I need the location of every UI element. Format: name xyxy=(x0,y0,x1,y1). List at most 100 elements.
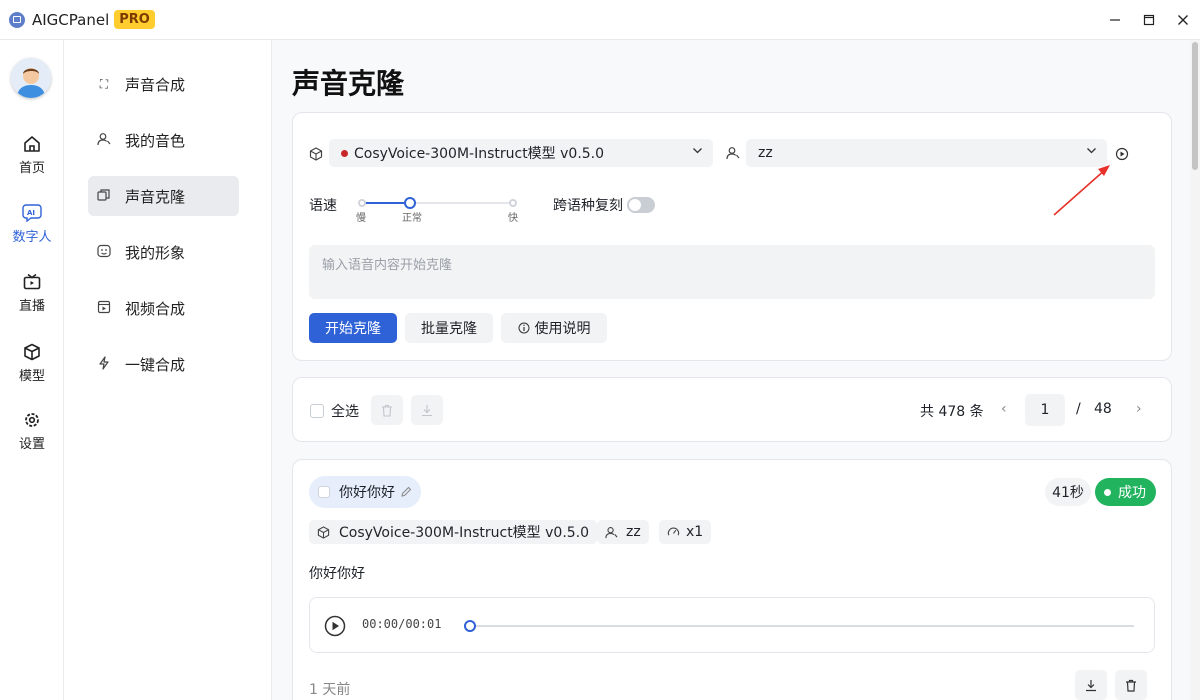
batch-clone-button[interactable]: 批量克隆 xyxy=(405,313,493,343)
app-logo-icon xyxy=(9,11,25,28)
speed-slider[interactable] xyxy=(358,197,517,209)
svg-text:AI: AI xyxy=(27,209,35,217)
next-page-button[interactable]: › xyxy=(1136,401,1142,417)
help-button[interactable]: 使用说明 xyxy=(501,313,607,343)
prev-page-button[interactable]: ‹ xyxy=(1001,401,1007,417)
current-page-input[interactable]: 1 xyxy=(1025,394,1065,426)
total-pages: 48 xyxy=(1094,401,1112,417)
voice-user-icon xyxy=(605,526,618,539)
speed-tick-slow xyxy=(358,199,366,207)
select-all-checkbox[interactable] xyxy=(310,404,324,418)
chevron-down-icon xyxy=(1086,145,1097,159)
close-window-button[interactable] xyxy=(1166,0,1200,40)
scan-icon: ⛶ xyxy=(99,76,109,91)
app-name: AIGCPanel xyxy=(32,10,110,29)
record-voice-name: zz xyxy=(626,524,641,540)
record-voice-tag: zz xyxy=(597,520,649,544)
page-scrollbar[interactable] xyxy=(1190,40,1200,700)
trash-icon xyxy=(382,404,392,417)
audio-play-button[interactable] xyxy=(324,615,346,641)
speedometer-icon xyxy=(667,526,680,539)
download-icon xyxy=(422,404,432,416)
subnav-item-label: 视频合成 xyxy=(125,299,186,318)
rail-item-label: 设置 xyxy=(18,437,45,452)
record-model-name: CosyVoice-300M-Instruct模型 v0.5.0 xyxy=(339,525,590,541)
pro-badge: PRO xyxy=(114,10,155,29)
record-model-tag: CosyVoice-300M-Instruct模型 v0.5.0 xyxy=(309,520,598,544)
tv-icon xyxy=(23,272,41,292)
model-select[interactable]: CosyVoice-300M-Instruct模型 v0.5.0 xyxy=(329,139,713,167)
subnav-item-one-click[interactable]: 一键合成 xyxy=(88,344,239,384)
rail-item-home[interactable]: 首页 xyxy=(0,134,64,176)
record-checkbox[interactable] xyxy=(318,486,330,498)
subnav-item-my-voices[interactable]: 我的音色 xyxy=(88,120,239,160)
bulk-delete-button[interactable] xyxy=(371,395,403,425)
voice-user-icon xyxy=(726,146,740,164)
cross-lang-toggle[interactable] xyxy=(627,197,655,213)
rail-item-live[interactable]: 直播 xyxy=(0,272,64,314)
subnav-item-label: 一键合成 xyxy=(125,355,186,374)
chevron-down-icon xyxy=(692,145,703,159)
clone-text-input[interactable] xyxy=(309,245,1155,299)
speed-tick-label-normal: 正常 xyxy=(402,213,422,224)
record-speed-value: x1 xyxy=(686,524,704,540)
avatar-icon xyxy=(11,58,51,98)
cross-lang-label: 跨语种复刻 xyxy=(553,198,623,214)
speed-tick-label-fast: 快 xyxy=(508,213,518,224)
minimize-button[interactable] xyxy=(1098,0,1132,40)
clone-form-card: CosyVoice-300M-Instruct模型 v0.5.0 zz 语速 慢… xyxy=(292,112,1172,361)
play-voice-sample-button[interactable] xyxy=(1115,147,1129,165)
record-download-button[interactable] xyxy=(1075,670,1107,700)
rail-item-model[interactable]: 模型 xyxy=(0,342,64,384)
maximize-button[interactable] xyxy=(1132,0,1166,40)
audio-progress-knob[interactable] xyxy=(464,620,476,632)
bulk-download-button[interactable] xyxy=(411,395,443,425)
subnav-item-video-synthesis[interactable]: 视频合成 xyxy=(88,288,239,328)
subnav-item-voice-synthesis[interactable]: ⛶ 声音合成 xyxy=(88,64,239,104)
rail-item-label: 直播 xyxy=(18,299,45,314)
record-title: 你好你好 xyxy=(339,485,395,501)
model-cube-icon xyxy=(317,525,330,539)
total-count: 共 478 条 xyxy=(920,404,984,420)
subnav-item-voice-clone[interactable]: 声音克隆 xyxy=(88,176,239,216)
play-circle-icon xyxy=(1115,147,1129,161)
audio-progress-bar[interactable] xyxy=(464,620,1134,632)
clone-icon xyxy=(97,188,111,205)
speed-tick-label-slow: 慢 xyxy=(356,213,366,224)
rail-item-settings[interactable]: 设置 xyxy=(0,410,64,452)
start-clone-button[interactable]: 开始克隆 xyxy=(309,313,397,343)
audio-time-display: 00:00/00:01 xyxy=(362,617,442,631)
status-badge: 成功 xyxy=(1095,478,1156,506)
record-time-ago: 1 天前 xyxy=(309,682,351,698)
play-circle-icon xyxy=(324,615,346,637)
speed-slider-fill xyxy=(360,202,410,204)
status-text: 成功 xyxy=(1118,485,1146,501)
video-icon xyxy=(97,300,111,317)
gear-icon xyxy=(23,410,41,430)
record-delete-button[interactable] xyxy=(1115,670,1147,700)
record-speed-tag: x1 xyxy=(659,520,712,544)
status-dot xyxy=(1104,488,1111,496)
speed-tick-fast xyxy=(509,199,517,207)
subnav-item-label: 我的形象 xyxy=(125,243,186,262)
audio-player: 00:00/00:01 xyxy=(309,597,1155,653)
speed-slider-knob[interactable] xyxy=(404,197,416,209)
subnav-item-label: 我的音色 xyxy=(125,131,186,150)
user-avatar[interactable] xyxy=(11,58,51,98)
cube-icon xyxy=(23,342,41,362)
subnav-item-my-avatar[interactable]: 我的形象 xyxy=(88,232,239,272)
edit-title-button[interactable] xyxy=(400,486,412,498)
list-toolbar-card: 全选 共 478 条 ‹ 1 / 48 › xyxy=(292,377,1172,442)
user-voice-icon xyxy=(97,132,111,149)
page-separator: / xyxy=(1076,401,1081,417)
trash-icon xyxy=(1126,679,1136,692)
page-scrollbar-thumb[interactable] xyxy=(1192,42,1198,170)
bolt-icon xyxy=(97,355,111,373)
sub-navigation: ⛶ 声音合成 我的音色 声音克隆 我的形象 视频合成 一键合成 xyxy=(64,40,272,700)
rail-item-label: 模型 xyxy=(18,369,45,384)
speed-label: 语速 xyxy=(309,198,337,214)
annotation-arrow xyxy=(1053,165,1110,216)
rail-item-digital-human[interactable]: AI 数字人 xyxy=(0,203,64,245)
close-icon xyxy=(1178,14,1188,25)
page-title: 声音克隆 xyxy=(292,67,405,100)
